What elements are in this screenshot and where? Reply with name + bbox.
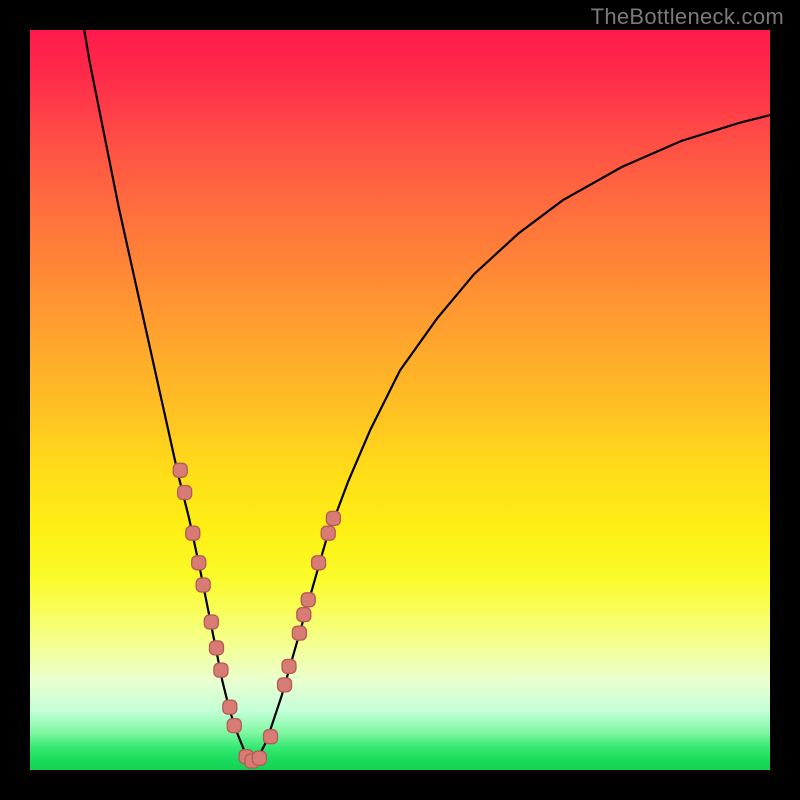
data-marker bbox=[186, 526, 200, 540]
data-marker bbox=[321, 526, 335, 540]
data-marker bbox=[196, 578, 210, 592]
data-marker bbox=[326, 511, 340, 525]
data-marker bbox=[192, 556, 206, 570]
data-marker bbox=[173, 463, 187, 477]
watermark-text: TheBottleneck.com bbox=[591, 4, 784, 30]
data-marker bbox=[209, 641, 223, 655]
data-marker bbox=[214, 663, 228, 677]
plot-area bbox=[30, 30, 770, 770]
curve-right-branch bbox=[252, 115, 770, 763]
data-marker bbox=[297, 608, 311, 622]
data-marker bbox=[227, 719, 241, 733]
data-marker bbox=[282, 659, 296, 673]
data-marker bbox=[178, 486, 192, 500]
curve-layer bbox=[30, 30, 770, 770]
data-marker bbox=[292, 626, 306, 640]
data-marker bbox=[312, 556, 326, 570]
data-marker bbox=[278, 678, 292, 692]
chart-frame: TheBottleneck.com bbox=[0, 0, 800, 800]
data-marker bbox=[264, 730, 278, 744]
data-marker bbox=[252, 751, 266, 765]
data-marker bbox=[223, 700, 237, 714]
data-marker bbox=[204, 615, 218, 629]
curve-left-branch bbox=[82, 15, 252, 762]
data-marker bbox=[301, 593, 315, 607]
